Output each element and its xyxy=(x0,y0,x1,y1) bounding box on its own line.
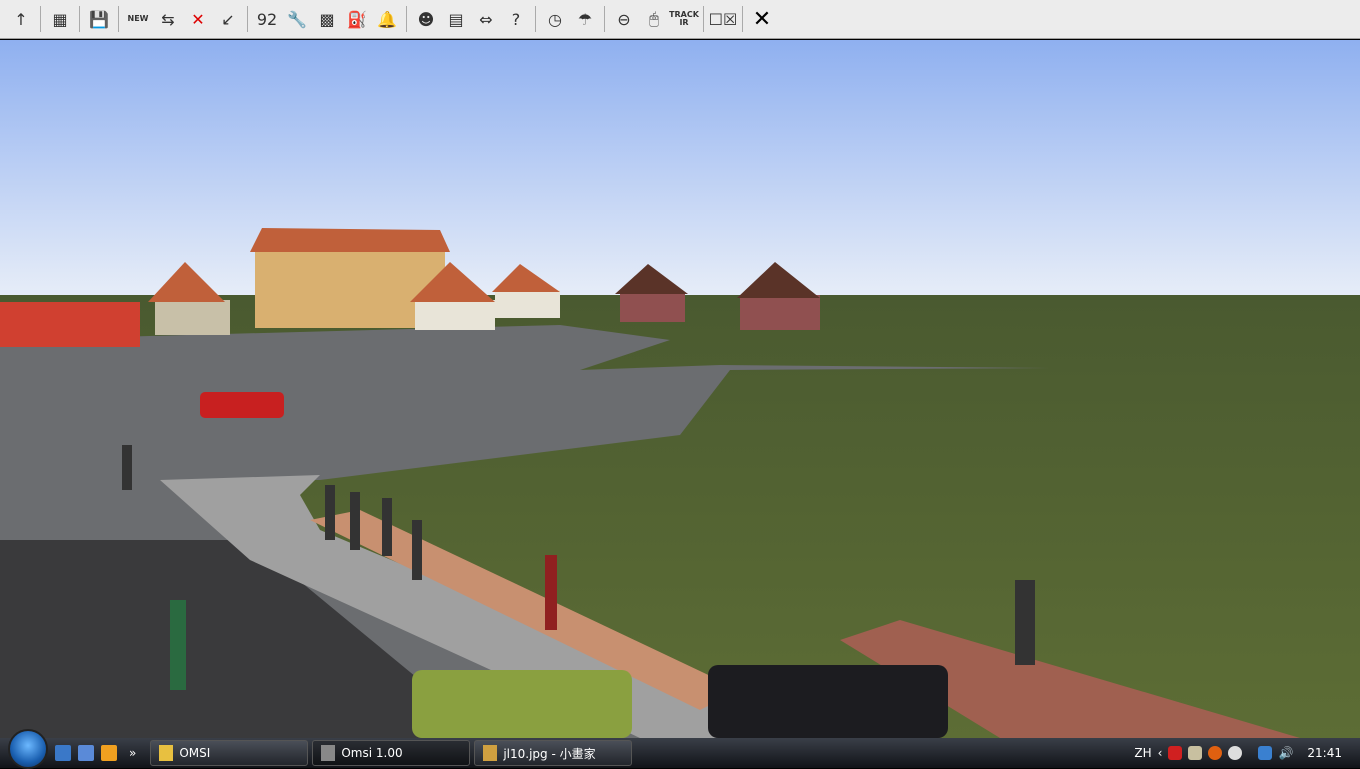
up-arrow-icon[interactable]: ↑ xyxy=(8,6,34,32)
toolbar-separator xyxy=(742,6,743,32)
driver-icon[interactable]: ☻ xyxy=(413,6,439,32)
fuel-icon[interactable]: ⛽ xyxy=(344,6,370,32)
task-paint[interactable]: jl10.jpg - 小畫家 xyxy=(474,740,633,766)
toolbar-separator xyxy=(535,6,536,32)
toolbar-separator xyxy=(40,6,41,32)
wrench-icon[interactable]: 🔧 xyxy=(284,6,310,32)
toolbar-separator xyxy=(79,6,80,32)
task-omsi-game[interactable]: Omsi 1.00 xyxy=(312,740,471,766)
clock-icon[interactable]: ◷ xyxy=(542,6,568,32)
system-tray: ZH ‹ 🔊 21:41 xyxy=(1134,746,1360,760)
chip-icon[interactable]: ▩ xyxy=(314,6,340,32)
tray-expand-icon[interactable]: ‹ xyxy=(1158,746,1163,760)
switch-bus-icon[interactable]: ⇆ xyxy=(155,6,181,32)
mouse-icon[interactable]: 🖱 xyxy=(641,6,667,32)
window-switch-icon[interactable] xyxy=(78,745,94,761)
checkbox-options-icon[interactable]: ☐☒ xyxy=(709,6,738,32)
red-car xyxy=(200,392,284,418)
3d-scene xyxy=(0,40,1360,738)
toolbar-separator xyxy=(406,6,407,32)
tray-app-icon[interactable] xyxy=(1168,746,1183,760)
sky xyxy=(0,40,1360,300)
toolbar-separator xyxy=(604,6,605,32)
toolbar-separator xyxy=(703,6,704,32)
new-bus-icon[interactable]: NEW xyxy=(125,6,151,32)
media-player-icon[interactable] xyxy=(101,745,117,761)
toolbar: ↑ ▦ 💾 NEW ⇆ ✕ ↙ 92 🔧 ▩ ⛽ 🔔 ☻ ▤ ⇔? ◷ ☂ ⊖ 🖱 TRACK IR ☐☒ ✕ xyxy=(0,0,1360,39)
timetable-icon[interactable]: ▤ xyxy=(443,6,469,32)
network-icon[interactable] xyxy=(1258,746,1273,760)
delete-bus-icon[interactable]: ✕ xyxy=(185,6,211,32)
save-icon[interactable]: 💾 xyxy=(86,6,112,32)
task-omsi-folder[interactable]: OMSI xyxy=(150,740,309,766)
show-desktop-icon[interactable] xyxy=(55,745,71,761)
language-indicator[interactable]: ZH xyxy=(1134,746,1151,760)
taskbar: » OMSI Omsi 1.00 jl10.jpg - 小畫家 ZH ‹ 🔊 2… xyxy=(0,729,1360,769)
green-car xyxy=(412,670,632,738)
steering-wheel-icon[interactable]: ⊖ xyxy=(611,6,637,32)
toolbar-separator xyxy=(247,6,248,32)
weather-icon[interactable]: ☂ xyxy=(572,6,598,32)
toolbar-separator xyxy=(118,6,119,32)
bell-icon[interactable]: 🔔 xyxy=(374,6,400,32)
game-viewport[interactable] xyxy=(0,40,1360,738)
clock[interactable]: 21:41 xyxy=(1307,746,1342,760)
help-arrow-icon[interactable]: ? xyxy=(503,6,529,32)
paint-icon xyxy=(483,745,498,761)
omsi-icon xyxy=(321,745,336,761)
place-marker-icon[interactable]: ↙ xyxy=(215,6,241,32)
trackir-icon[interactable]: TRACK IR xyxy=(669,6,699,32)
route-number-icon[interactable]: 92 xyxy=(254,6,280,32)
quicklaunch-chevron[interactable]: » xyxy=(129,746,136,760)
volume-icon[interactable]: 🔊 xyxy=(1278,746,1293,760)
map-icon[interactable]: ▦ xyxy=(47,6,73,32)
black-car xyxy=(708,665,948,738)
close-icon[interactable]: ✕ xyxy=(749,6,775,32)
start-button[interactable] xyxy=(8,729,48,769)
folder-icon xyxy=(159,745,174,761)
pc-driver-switch-icon[interactable]: ⇔ xyxy=(473,6,499,32)
mouse-tray-icon[interactable] xyxy=(1228,746,1243,760)
tray-app-icon[interactable] xyxy=(1188,746,1203,760)
tray-app-icon[interactable] xyxy=(1208,746,1223,760)
